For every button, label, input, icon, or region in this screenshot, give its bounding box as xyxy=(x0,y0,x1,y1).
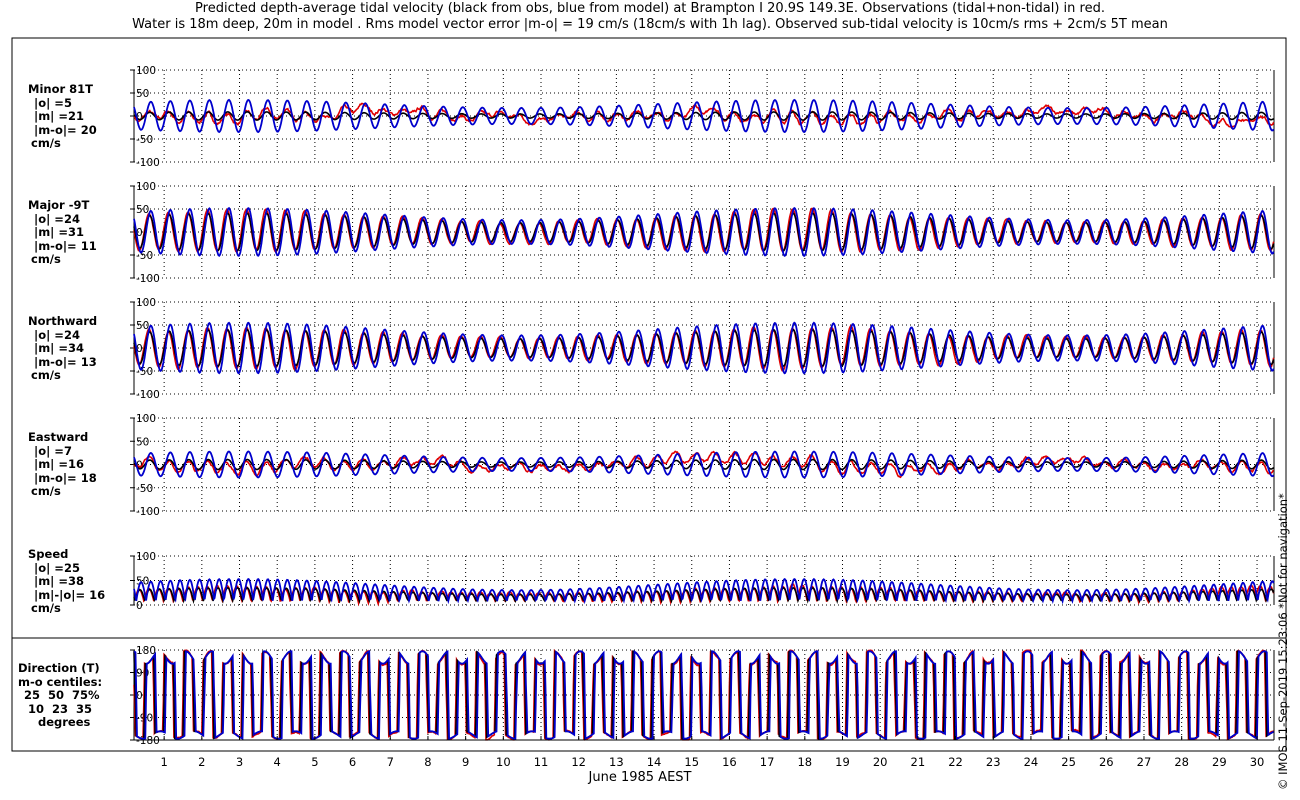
panel-label-line: Northward xyxy=(28,314,98,328)
panel-label-line: |m-o|= 18 xyxy=(34,470,97,485)
panel-label-line: cm/s xyxy=(31,136,61,150)
y-tick-label: -50 xyxy=(136,250,153,262)
panel-label-line: |m|-|o|= 16 xyxy=(34,587,106,602)
panel-label-line: cm/s xyxy=(31,484,61,498)
x-tick-label: 2 xyxy=(198,755,205,769)
panel-label-line: |o| =24 xyxy=(34,211,80,226)
x-tick-label: 25 xyxy=(1061,755,1076,769)
x-tick-label: 1 xyxy=(160,755,167,769)
panel-label-speed: Speed |o| =25 |m| =38 |m|-|o|= 16 cm/s xyxy=(28,547,106,616)
panel-label-northward: Northward |o| =24 |m| =34 |m-o|= 13 cm/s xyxy=(28,314,98,383)
y-tick-label: 180 xyxy=(136,645,156,657)
panel-label-major: Major -9T |o| =24 |m| =31 |m-o|= 11 cm/s xyxy=(28,198,97,267)
panel-label-line: degrees xyxy=(38,715,91,729)
y-tick-label: -50 xyxy=(136,134,153,146)
panel-label-line: |m| =21 xyxy=(34,109,85,123)
panel-label-line: |m-o|= 20 xyxy=(34,122,97,137)
y-tick-label: 100 xyxy=(136,65,156,77)
panel-label-line: m-o centiles: xyxy=(18,674,103,689)
panel-label-line: Eastward xyxy=(28,430,89,444)
y-tick-label: 100 xyxy=(136,413,156,425)
y-tick-label: 0 xyxy=(136,600,143,612)
panel-label-line: |m| =34 xyxy=(34,341,85,355)
panel-label-line: Direction (T) xyxy=(18,661,100,675)
y-tick-label: -100 xyxy=(136,506,160,518)
y-tick-label: 50 xyxy=(136,88,149,100)
y-tick-label: -180 xyxy=(136,735,160,747)
x-tick-label: 24 xyxy=(1024,755,1039,769)
y-tick-label: 50 xyxy=(136,436,149,448)
panel-label-line: Major -9T xyxy=(28,198,90,212)
credit-text: © IMOS 11-Sep-2019 15:23:06 *Not for nav… xyxy=(1276,493,1290,790)
y-tick-label: 100 xyxy=(136,181,156,193)
panel-label-line: |m| =31 xyxy=(34,225,85,239)
x-tick-label: 6 xyxy=(349,755,356,769)
panel-label-line: |m| =16 xyxy=(34,457,85,471)
x-tick-label: 28 xyxy=(1174,755,1189,769)
y-tick-label: -50 xyxy=(136,366,153,378)
x-tick-label: 30 xyxy=(1250,755,1265,769)
panel-label-line: cm/s xyxy=(31,368,61,382)
panel-label-line: cm/s xyxy=(31,601,61,615)
x-tick-label: 20 xyxy=(873,755,888,769)
tidal-velocity-chart: -100-50050100-100-50050100-100-50050100-… xyxy=(11,37,1287,769)
x-tick-label: 16 xyxy=(722,755,737,769)
x-tick-label: 21 xyxy=(911,755,926,769)
panel-label-line: |o| =7 xyxy=(34,443,72,458)
x-tick-label: 3 xyxy=(236,755,243,769)
y-tick-label: -100 xyxy=(136,389,160,401)
x-tick-label: 13 xyxy=(609,755,624,769)
x-tick-label: 22 xyxy=(948,755,963,769)
panel-label-direction: Direction (T) m-o centiles: 25 50 75% 10 23… xyxy=(18,661,103,730)
x-tick-label: 10 xyxy=(496,755,511,769)
panel-label-line: |o| =24 xyxy=(34,327,80,342)
x-tick-label: 5 xyxy=(311,755,318,769)
x-tick-label: 27 xyxy=(1137,755,1152,769)
x-tick-label: 9 xyxy=(462,755,469,769)
panel-label-line: |o| =25 xyxy=(34,560,80,575)
x-tick-label: 19 xyxy=(835,755,850,769)
x-tick-label: 7 xyxy=(387,755,394,769)
panel-label-line: Minor 81T xyxy=(28,82,93,96)
panel-label-line: |o| =5 xyxy=(34,95,72,110)
x-axis-label: June 1985 AEST xyxy=(588,770,692,785)
y-tick-label: 100 xyxy=(136,551,156,563)
panel-label-line: 25 50 75% xyxy=(24,688,100,702)
x-tick-label: 8 xyxy=(424,755,431,769)
panel-label-line: |m-o|= 13 xyxy=(34,354,97,369)
x-tick-label: 23 xyxy=(986,755,1001,769)
x-tick-label: 17 xyxy=(760,755,775,769)
panel-label-line: Speed xyxy=(28,547,69,561)
y-tick-label: 50 xyxy=(136,204,149,216)
panel-label-eastward: Eastward |o| =7 |m| =16 |m-o|= 18 cm/s xyxy=(28,430,97,499)
panel-label-line: |m| =38 xyxy=(34,574,85,588)
y-tick-label: 100 xyxy=(136,297,156,309)
y-tick-label: -100 xyxy=(136,157,160,169)
y-tick-label: -100 xyxy=(136,273,160,285)
panel-label-minor: Minor 81T |o| =5 |m| =21 |m-o|= 20 cm/s xyxy=(28,82,97,151)
panel-label-line: cm/s xyxy=(31,252,61,266)
x-tick-label: 29 xyxy=(1212,755,1227,769)
y-tick-label: -50 xyxy=(136,483,153,495)
x-tick-label: 18 xyxy=(797,755,812,769)
x-tick-label: 15 xyxy=(684,755,699,769)
x-tick-label: 4 xyxy=(274,755,281,769)
x-tick-label: 26 xyxy=(1099,755,1114,769)
x-tick-label: 14 xyxy=(647,755,662,769)
x-tick-label: 11 xyxy=(534,755,549,769)
x-tick-label: 12 xyxy=(571,755,586,769)
panel-label-line: 10 23 35 xyxy=(28,701,93,716)
panel-label-line: |m-o|= 11 xyxy=(34,238,97,253)
